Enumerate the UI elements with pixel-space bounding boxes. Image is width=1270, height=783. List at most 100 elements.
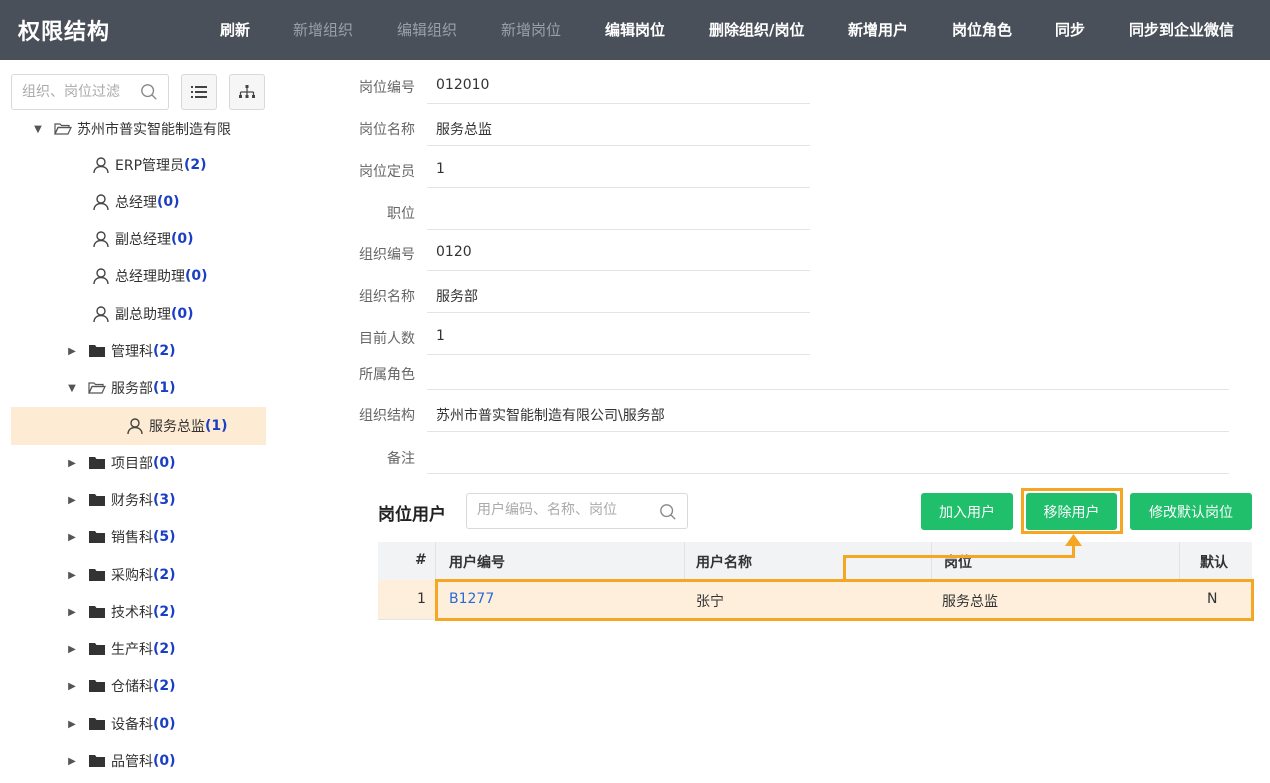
org-filter-field[interactable] [11, 74, 169, 110]
folder-icon [87, 342, 107, 360]
add-user-button[interactable]: 新增用户 [848, 19, 908, 40]
caret-right-icon[interactable]: ▶ [67, 719, 77, 730]
org-name-value[interactable]: 服务部 [436, 286, 478, 306]
caret-down-icon[interactable]: ▼ [33, 124, 43, 135]
list-view-button[interactable] [181, 74, 217, 110]
tree-node-folder[interactable]: ▶ 生产科 (2) [67, 631, 175, 667]
post-code-value[interactable]: 012010 [436, 77, 489, 93]
user-search-input[interactable] [477, 502, 647, 518]
post-code-label: 岗位编号 [359, 80, 415, 96]
field-underline [427, 103, 810, 104]
folder-icon [87, 454, 107, 472]
org-tree-icon [239, 85, 255, 98]
tree-node-label: 总经理 [115, 195, 157, 211]
sync-wechat-button[interactable]: 同步到企业微信 [1129, 19, 1234, 40]
tree-node-label: 设备科 [111, 717, 153, 733]
caret-right-icon[interactable]: ▶ [67, 756, 77, 767]
folder-icon [87, 491, 107, 509]
tree-node-label: 技术科 [111, 605, 153, 621]
caret-right-icon[interactable]: ▶ [67, 458, 77, 469]
user-icon [91, 267, 111, 285]
tree-node-folder[interactable]: ▶ 财务科 (3) [67, 482, 176, 518]
tree-node-folder[interactable]: ▶ 销售科 (5) [67, 519, 175, 555]
tree-node-folder[interactable]: ▶ 品管科 (0) [67, 743, 175, 779]
tree-node-post[interactable]: 总经理助理 (0) [91, 258, 208, 294]
tree-node-post[interactable]: ERP管理员 (2) [91, 147, 207, 183]
add-org-button[interactable]: 新增组织 [293, 19, 353, 40]
tree-node-label: 仓储科 [111, 679, 153, 695]
post-name-label: 岗位名称 [359, 122, 415, 138]
add-user-to-post-button[interactable]: 加入用户 [921, 493, 1013, 530]
roles-label: 所属角色 [359, 367, 415, 383]
position-label: 职位 [387, 206, 415, 222]
tree-node-root[interactable]: ▼ 苏州市普实智能制造有限 [33, 111, 231, 147]
org-code-value[interactable]: 0120 [436, 244, 472, 260]
org-filter-input[interactable] [22, 82, 132, 102]
post-name-value[interactable]: 服务总监 [436, 119, 492, 139]
folder-icon [87, 528, 107, 546]
headcount-value[interactable]: 1 [436, 328, 445, 344]
tree-node-label: 服务总监 [149, 419, 205, 435]
post-quota-label: 岗位定员 [359, 164, 415, 180]
field-underline [427, 354, 810, 355]
post-quota-value[interactable]: 1 [436, 161, 445, 177]
folder-icon [87, 677, 107, 695]
col-user-name[interactable]: 用户名称 [696, 552, 752, 572]
delete-org-post-button[interactable]: 删除组织/岗位 [709, 19, 804, 40]
tree-node-folder[interactable]: ▶ 设备科 (0) [67, 706, 175, 742]
caret-right-icon[interactable]: ▶ [67, 495, 77, 506]
tree-node-count: (1) [205, 418, 228, 434]
caret-right-icon[interactable]: ▶ [67, 570, 77, 581]
caret-right-icon[interactable]: ▶ [67, 532, 77, 543]
tree-node-folder[interactable]: ▶ 采购科 (2) [67, 557, 175, 593]
field-underline [427, 389, 1229, 390]
tree-node-folder[interactable]: ▶ 技术科 (2) [67, 594, 176, 630]
tree-node-folder[interactable]: ▶ 管理科 (2) [67, 333, 175, 369]
sync-button[interactable]: 同步 [1055, 19, 1085, 40]
org-code-label: 组织编号 [359, 247, 415, 263]
tree-node-count: (2) [153, 604, 176, 620]
tree-node-folder[interactable]: ▼ 服务部 (1) [67, 370, 175, 406]
col-default[interactable]: 默认 [1200, 552, 1228, 572]
field-underline [427, 473, 1229, 474]
edit-org-button[interactable]: 编辑组织 [397, 19, 457, 40]
tree-node-label: 项目部 [111, 456, 153, 472]
tree-node-count: (0) [185, 268, 208, 284]
caret-down-icon[interactable]: ▼ [67, 383, 77, 394]
tree-node-folder[interactable]: ▶ 项目部 (0) [67, 445, 175, 481]
user-icon [125, 417, 145, 435]
user-search-field[interactable] [466, 493, 688, 529]
field-underline [427, 145, 810, 146]
tree-node-post-selected[interactable]: 服务总监 (1) [125, 408, 228, 444]
user-icon [91, 156, 111, 174]
folder-icon [87, 715, 107, 733]
caret-right-icon[interactable]: ▶ [67, 607, 77, 618]
tree-node-label: 品管科 [111, 754, 153, 770]
list-icon [191, 86, 207, 98]
col-index: # [415, 552, 427, 568]
search-icon[interactable] [659, 503, 677, 521]
caret-right-icon[interactable]: ▶ [67, 681, 77, 692]
tree-node-post[interactable]: 副总经理 (0) [91, 221, 194, 257]
tree-node-post[interactable]: 副总助理 (0) [91, 296, 194, 332]
caret-right-icon[interactable]: ▶ [67, 644, 77, 655]
edit-post-button[interactable]: 编辑岗位 [605, 19, 665, 40]
org-structure-label: 组织结构 [359, 408, 415, 424]
post-role-button[interactable]: 岗位角色 [952, 19, 1012, 40]
tree-node-count: (3) [153, 492, 176, 508]
add-post-button[interactable]: 新增岗位 [501, 19, 561, 40]
tree-node-label: 管理科 [111, 344, 153, 360]
org-structure-value[interactable]: 苏州市普实智能制造有限公司\服务部 [436, 405, 665, 425]
caret-right-icon[interactable]: ▶ [67, 346, 77, 357]
tree-node-label: 副总助理 [115, 307, 171, 323]
tree-node-post[interactable]: 总经理 (0) [91, 184, 180, 220]
tree-node-folder[interactable]: ▶ 仓储科 (2) [67, 668, 175, 704]
folder-icon [87, 603, 107, 621]
tree-node-label: 副总经理 [115, 232, 171, 248]
col-user-code[interactable]: 用户编号 [449, 552, 505, 572]
org-name-label: 组织名称 [359, 289, 415, 305]
tree-view-button[interactable] [229, 74, 265, 110]
search-icon[interactable] [140, 83, 158, 101]
modify-default-post-button[interactable]: 修改默认岗位 [1130, 493, 1252, 530]
refresh-button[interactable]: 刷新 [220, 19, 250, 40]
